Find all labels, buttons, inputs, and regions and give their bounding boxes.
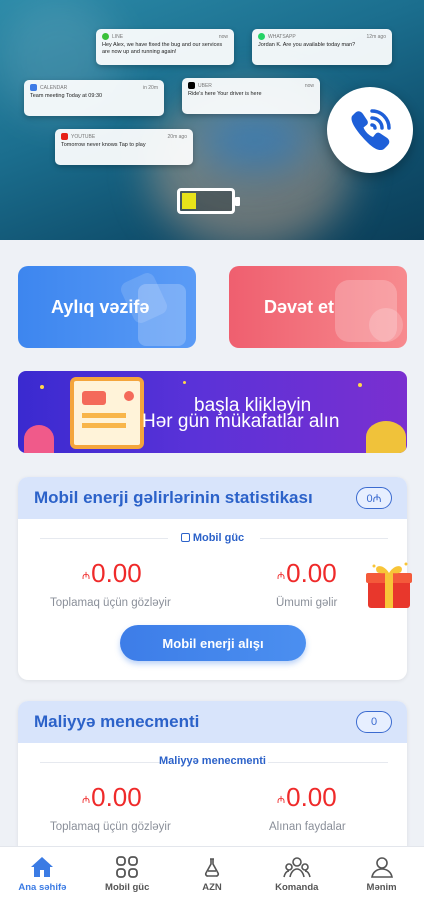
grid-icon xyxy=(116,856,139,878)
notification-card: YOUTUBE 20m ago Tomorrow never knows Tap … xyxy=(55,129,193,165)
bottom-nav: Ana səhifə Mobil güc AZN Komanda Mənim xyxy=(0,846,424,900)
power-icon xyxy=(180,533,190,542)
finance-management-card: Maliyyə menecmenti 0 Maliyyə menecmenti … xyxy=(18,701,407,861)
nav-item-azn[interactable]: AZN xyxy=(170,847,255,900)
finance-count-pill[interactable]: 0 xyxy=(356,711,392,733)
banner-subheadline: Hər gün mükafatlar alın xyxy=(142,411,340,432)
benefits-value: ₼0.00 xyxy=(277,782,337,812)
pending-label: Toplamaq üçün gözləyir xyxy=(50,821,171,833)
notification-card: LINE now Hey Alex, we have fixed the bug … xyxy=(96,29,234,65)
team-icon xyxy=(283,857,311,878)
card-title: Maliyyə menecmenti xyxy=(34,712,200,731)
card-subtitle: Mobil güc xyxy=(18,532,407,544)
card-header: Maliyyə menecmenti 0 xyxy=(18,701,407,743)
total-income-label: Ümumi gəlir xyxy=(276,597,338,609)
nav-item-home[interactable]: Ana səhifə xyxy=(0,847,85,900)
monthly-task-button[interactable]: Aylıq vəzifə xyxy=(18,266,196,348)
nav-item-profile[interactable]: Mənim xyxy=(339,847,424,900)
pending-value: ₼0.00 xyxy=(82,558,142,588)
uber-app-icon xyxy=(188,82,195,89)
notification-card: UBER now Ride's here Your driver is here xyxy=(182,78,320,114)
invite-button[interactable]: Dəvət et xyxy=(229,266,407,348)
energy-balance-pill[interactable]: 0₼ xyxy=(356,487,392,509)
invite-label: Dəvət et xyxy=(264,296,335,317)
benefits-label: Alınan faydalar xyxy=(269,821,346,833)
home-icon xyxy=(31,857,54,877)
total-income-value: ₼0.00 xyxy=(277,558,337,588)
clipboard-illustration xyxy=(70,377,144,449)
notification-card: WHATSAPP 12m ago Jordan K. Are you availa… xyxy=(252,29,392,65)
whatsapp-app-icon xyxy=(258,33,265,40)
card-header: Mobil enerji gəlirlərinin statistikası 0… xyxy=(18,477,407,519)
flask-icon xyxy=(204,858,220,877)
plant-illustration xyxy=(366,421,406,453)
hero-banner[interactable]: LINE now Hey Alex, we have fixed the bug … xyxy=(0,0,424,240)
card-title: Mobil enerji gəlirlərinin statistikası xyxy=(34,488,313,507)
plant-illustration xyxy=(24,425,54,453)
pending-label: Toplamaq üçün gözləyir xyxy=(50,597,171,609)
app-page: LINE now Hey Alex, we have fixed the bug … xyxy=(0,0,424,900)
calendar-app-icon xyxy=(30,84,37,91)
clock-illustration xyxy=(369,308,403,342)
nav-item-mobile-power[interactable]: Mobil güc xyxy=(85,847,170,900)
line-app-icon xyxy=(102,33,109,40)
monthly-task-label: Aylıq vəzifə xyxy=(51,296,150,317)
battery-icon xyxy=(177,188,240,214)
notification-card: CALENDAR in 20m Team meeting Today at 09:… xyxy=(24,80,164,116)
nav-item-team[interactable]: Komanda xyxy=(254,847,339,900)
energy-stats-card: Mobil enerji gəlirlərinin statistikası 0… xyxy=(18,477,407,680)
buy-energy-button[interactable]: Mobil enerji alışı xyxy=(120,625,306,661)
phone-call-icon[interactable] xyxy=(327,87,413,173)
youtube-app-icon xyxy=(61,133,68,140)
battery-level xyxy=(182,193,196,209)
gift-box-icon[interactable] xyxy=(364,560,414,610)
promo-banner[interactable]: başla klikləyin Hər gün mükafatlar alın xyxy=(18,371,407,453)
pending-value: ₼0.00 xyxy=(82,782,142,812)
card-subtitle: Maliyyə menecmenti xyxy=(159,755,266,767)
user-icon xyxy=(370,857,393,878)
